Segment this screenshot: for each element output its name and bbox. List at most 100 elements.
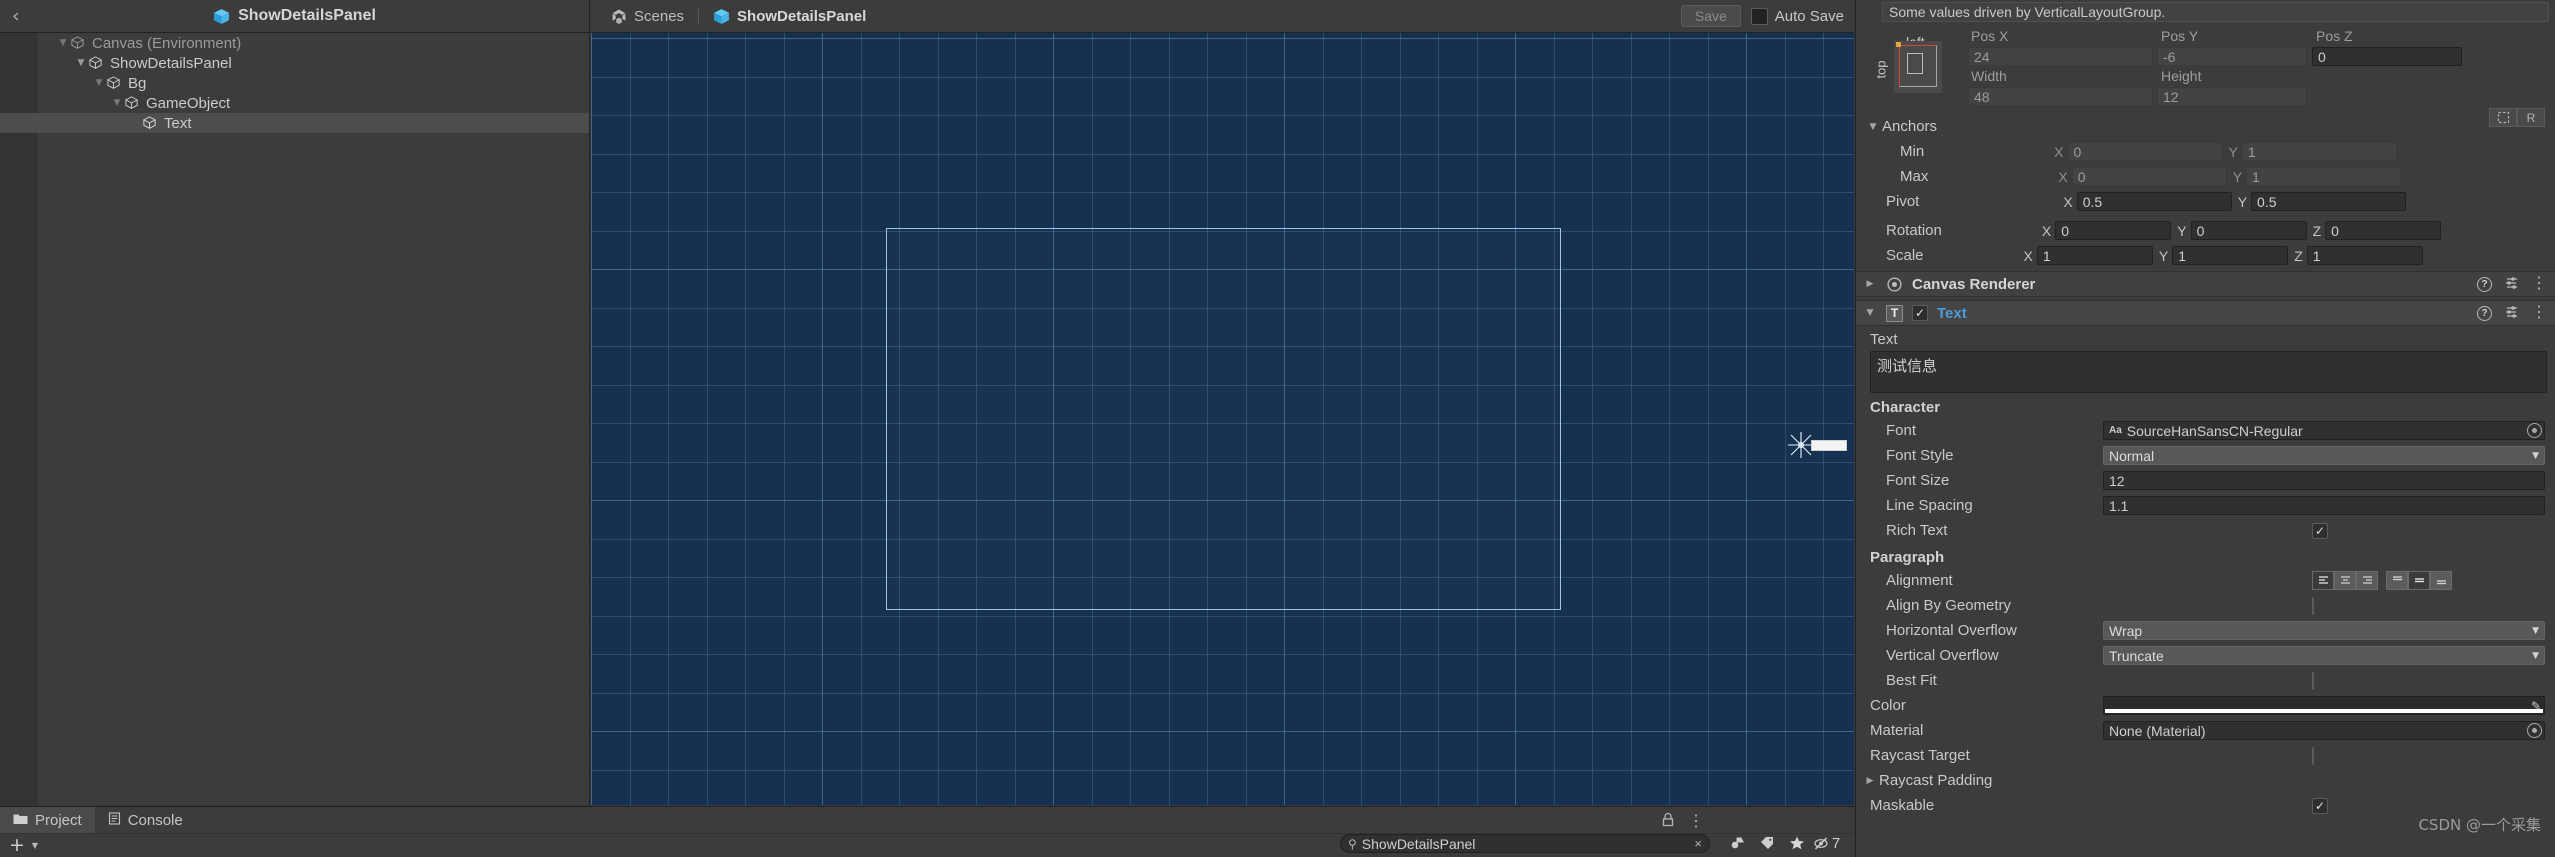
add-asset-button[interactable]: + (9, 836, 25, 855)
rotation-z-field[interactable]: 0 (2325, 221, 2442, 240)
rotation-x-field[interactable]: 0 (2055, 221, 2172, 240)
tab-showdetailspanel[interactable]: ShowDetailsPanel (705, 8, 874, 25)
pivot-y-field[interactable]: 0.5 (2251, 192, 2407, 211)
chevron-right-icon[interactable]: ▶ (1863, 776, 1877, 786)
expand-triangle-icon[interactable]: ▼ (56, 38, 70, 48)
font-size-field[interactable]: 12 (2103, 471, 2545, 490)
best-fit-checkbox[interactable] (2312, 671, 2314, 690)
min-y-axis-label: Y (2228, 143, 2238, 160)
text-content-input[interactable]: 测试信息 (1870, 351, 2547, 393)
scale-x-field[interactable]: 1 (2036, 246, 2153, 265)
back-chevron-icon[interactable]: ‹ (12, 6, 20, 26)
text-enabled-checkbox[interactable]: ✓ (1912, 305, 1928, 321)
hierarchy-item-gameobject[interactable]: ▼ GameObject (0, 93, 589, 113)
align-top-button[interactable] (2386, 571, 2408, 590)
vertical-overflow-row: Vertical Overflow Truncate ▼ (1856, 643, 2555, 668)
scale-y-field[interactable]: 1 (2172, 246, 2289, 265)
blueprint-mode-button[interactable] (2489, 108, 2517, 127)
component-header-actions: ? ⋮ (2477, 275, 2547, 293)
pos-z-field[interactable]: 0 (2312, 47, 2462, 66)
maskable-checkbox[interactable]: ✓ (2312, 797, 2328, 814)
raw-edit-button[interactable]: R (2517, 108, 2545, 127)
anchors-foldout-row[interactable]: ▼ Anchors (1856, 114, 2555, 139)
material-object-field[interactable]: None (Material) (2103, 721, 2545, 740)
help-icon[interactable]: ? (2477, 305, 2492, 321)
best-fit-row: Best Fit (1856, 668, 2555, 693)
material-label: Material (1870, 722, 1924, 739)
component-header-canvas-renderer[interactable]: ▶ Canvas Renderer ? ⋮ (1856, 271, 2555, 297)
hierarchy-item-text[interactable]: ▼ Text (0, 113, 589, 133)
chevron-down-icon[interactable]: ▼ (1866, 122, 1880, 132)
chevron-down-icon[interactable]: ▼ (32, 841, 38, 850)
auto-save-checkbox[interactable] (1750, 7, 1768, 25)
tab-console-label: Console (127, 811, 183, 829)
height-field[interactable]: 12 (2157, 87, 2307, 106)
align-by-geometry-row: Align By Geometry (1856, 593, 2555, 618)
best-fit-label: Best Fit (1886, 672, 1937, 689)
rich-text-checkbox[interactable]: ✓ (2312, 522, 2328, 539)
align-middle-button[interactable] (2408, 571, 2430, 590)
font-style-dropdown[interactable]: Normal ▼ (2103, 446, 2545, 465)
anchor-max-y-field[interactable]: 1 (2246, 167, 2402, 186)
paragraph-section-title: Paragraph (1870, 549, 1945, 566)
raycast-padding-row[interactable]: ▶ Raycast Padding (1856, 768, 2555, 793)
raycast-target-checkbox[interactable] (2312, 746, 2314, 765)
favorite-star-icon[interactable] (1782, 832, 1812, 854)
line-spacing-field[interactable]: 1.1 (2103, 496, 2545, 515)
tab-project[interactable]: Project (0, 807, 95, 833)
kebab-menu-icon[interactable]: ⋮ (1688, 814, 1704, 829)
project-search-input[interactable]: ⚲ ShowDetailsPanel × (1340, 834, 1710, 853)
lock-icon[interactable] (1661, 812, 1675, 832)
raycast-target-label: Raycast Target (1870, 747, 1970, 764)
object-picker-icon[interactable] (2527, 723, 2542, 738)
auto-save-toggle[interactable]: Auto Save (1750, 7, 1844, 25)
text-component-icon: T (1886, 304, 1903, 322)
horizontal-overflow-dropdown[interactable]: Wrap ▼ (2103, 621, 2545, 640)
hierarchy-item-canvas[interactable]: ▼ Canvas (Environment) (0, 33, 589, 53)
chevron-down-icon[interactable]: ▼ (1863, 308, 1877, 318)
type-filter-icon[interactable] (1722, 832, 1752, 854)
hierarchy-item-showdetailspanel[interactable]: ▼ ShowDetailsPanel (0, 53, 589, 73)
grid-line-vertical (1592, 33, 1593, 805)
component-header-text[interactable]: ▼ T ✓ Text ? ⋮ (1856, 300, 2555, 326)
anchor-min-x-field[interactable]: 0 (2067, 142, 2223, 161)
chevron-right-icon[interactable]: ▶ (1863, 279, 1877, 289)
kebab-menu-icon[interactable]: ⋮ (2531, 276, 2547, 291)
align-bottom-button[interactable] (2430, 571, 2452, 590)
expand-triangle-icon[interactable]: ▼ (74, 58, 88, 68)
expand-triangle-icon[interactable]: ▼ (92, 78, 106, 88)
preset-icon[interactable] (2504, 304, 2519, 322)
pos-y-field[interactable]: -6 (2157, 47, 2307, 66)
width-field[interactable]: 48 (1968, 87, 2153, 106)
align-center-button[interactable] (2334, 571, 2356, 590)
clear-search-icon[interactable]: × (1694, 836, 1702, 851)
pivot-x-field[interactable]: 0.5 (2076, 192, 2232, 211)
align-left-button[interactable] (2312, 571, 2334, 590)
scale-z-field[interactable]: 1 (2306, 246, 2423, 265)
hierarchy-item-bg[interactable]: ▼ Bg (0, 73, 589, 93)
tab-scenes[interactable]: Scenes (603, 8, 692, 25)
font-object-field[interactable]: Aa SourceHanSansCN-Regular (2103, 421, 2545, 440)
anchor-min-y-field[interactable]: 1 (2241, 142, 2397, 161)
preset-icon[interactable] (2504, 275, 2519, 293)
label-filter-icon[interactable] (1752, 832, 1782, 854)
help-icon[interactable]: ? (2477, 276, 2492, 292)
anchor-inner-rect (1907, 53, 1923, 74)
scene-canvas[interactable] (591, 33, 1854, 805)
eyedropper-icon[interactable]: ✎ (2531, 699, 2541, 713)
visibility-off-icon[interactable]: 7 (1812, 832, 1842, 854)
pos-x-field[interactable]: 24 (1968, 47, 2153, 66)
object-picker-icon[interactable] (2527, 423, 2542, 438)
hierarchy-gutter (0, 33, 38, 805)
tab-console[interactable]: Console (95, 807, 196, 833)
vertical-overflow-dropdown[interactable]: Truncate ▼ (2103, 646, 2545, 665)
align-right-button[interactable] (2356, 571, 2378, 590)
align-by-geometry-checkbox[interactable] (2312, 596, 2314, 615)
expand-triangle-icon[interactable]: ▼ (110, 98, 124, 108)
rotation-y-field[interactable]: 0 (2190, 221, 2307, 240)
anchor-max-x-field[interactable]: 0 (2071, 167, 2227, 186)
anchor-preset-widget[interactable]: left top (1874, 34, 1958, 98)
kebab-menu-icon[interactable]: ⋮ (2531, 305, 2547, 320)
color-swatch-field[interactable]: ✎ (2103, 696, 2545, 715)
save-button[interactable]: Save (1680, 5, 1741, 27)
